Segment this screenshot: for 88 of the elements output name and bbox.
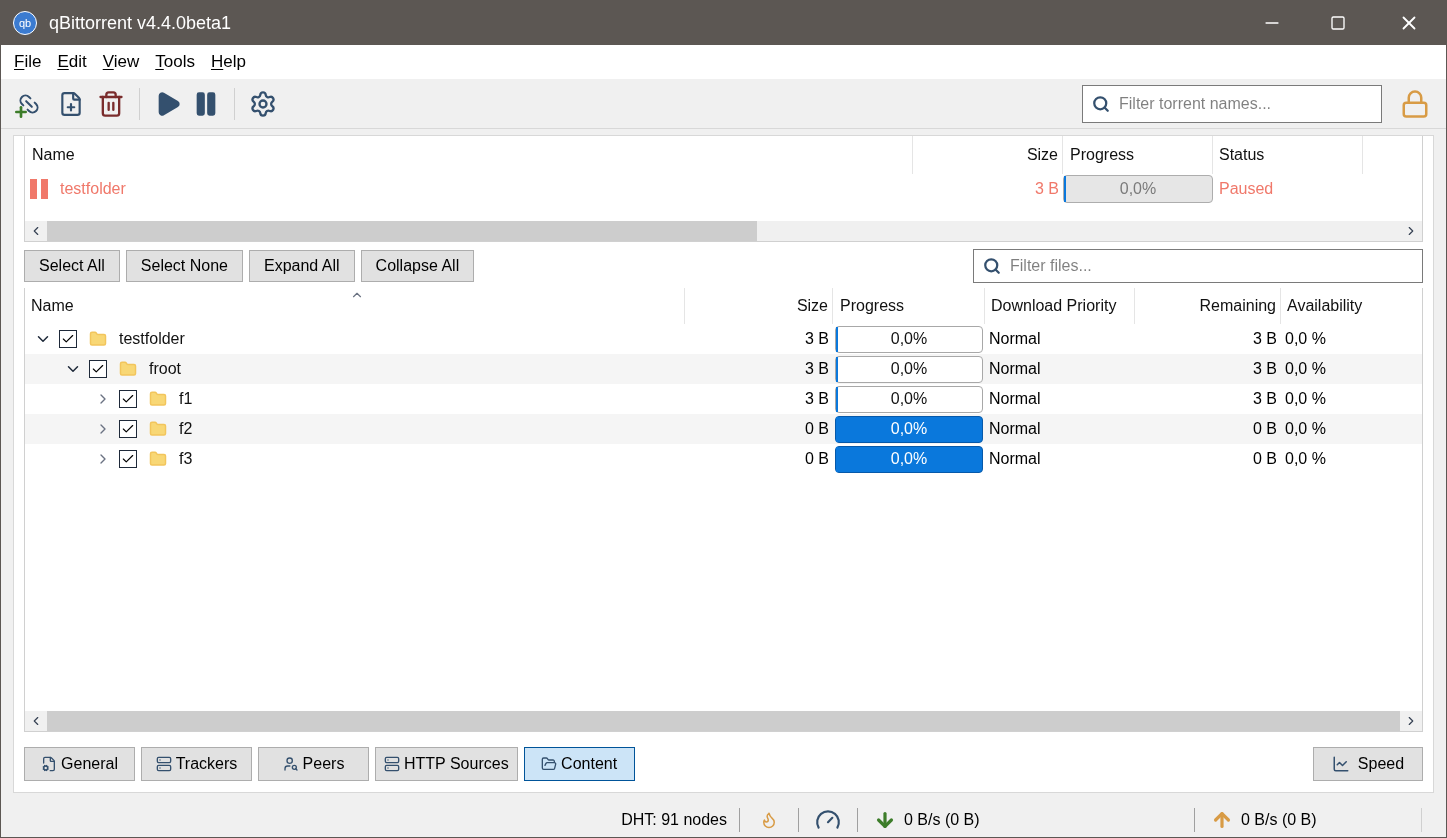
folder-icon xyxy=(149,420,167,438)
check-icon xyxy=(121,422,135,436)
progress-bar: 0,0% xyxy=(1063,175,1213,203)
check-icon xyxy=(91,362,105,376)
dht-status: DHT: 91 nodes xyxy=(620,810,728,830)
file-name: testfolder xyxy=(119,329,185,349)
column-header[interactable]: Size xyxy=(913,136,1063,174)
menu-item[interactable]: Tools xyxy=(147,49,203,75)
priority-cell-text: Normal xyxy=(988,329,1042,349)
progress-bar: 0,0% xyxy=(835,385,983,413)
toolbar-button[interactable]: Collapse All xyxy=(360,250,475,282)
download-speed: 0 B/s (0 B) xyxy=(904,810,981,830)
progress-bar: 0,0% xyxy=(835,325,983,353)
checkbox[interactable] xyxy=(119,390,137,408)
priority-cell-text: Normal xyxy=(988,449,1042,469)
menu-item[interactable]: Edit xyxy=(49,49,95,75)
column-header[interactable]: Name xyxy=(25,136,913,174)
search-icon xyxy=(1092,94,1110,113)
window-title: qBittorrent v4.4.0beta1 xyxy=(49,11,232,35)
speed-button[interactable]: Speed xyxy=(1313,747,1423,781)
checkbox[interactable] xyxy=(119,450,137,468)
priority-cell-text: Normal xyxy=(988,419,1042,439)
column-header[interactable]: Status xyxy=(1213,136,1363,174)
status-cell-text: Paused xyxy=(1218,179,1274,199)
availability-cell-text: 0,0 % xyxy=(1284,389,1326,409)
column-header[interactable]: Availability xyxy=(1281,288,1422,324)
progress-bar: 0,0% xyxy=(835,445,983,473)
menu-item[interactable]: View xyxy=(94,49,148,75)
folder-icon xyxy=(541,756,558,772)
progress-bar: 0,0% xyxy=(835,355,983,383)
person-search-icon xyxy=(282,756,299,772)
folder-icon xyxy=(149,450,167,468)
remaining-cell-text: 3 B xyxy=(1252,389,1278,409)
tab-button[interactable]: Content xyxy=(523,747,635,781)
folder-icon xyxy=(119,360,137,378)
folder-icon xyxy=(89,330,107,348)
remaining-cell-text: 3 B xyxy=(1252,329,1278,349)
checkbox[interactable] xyxy=(59,330,77,348)
check-icon xyxy=(121,392,135,406)
file-name: f3 xyxy=(179,449,193,469)
tab-button[interactable]: Peers xyxy=(258,747,369,781)
download-arrow-icon xyxy=(874,809,896,831)
priority-cell-text: Normal xyxy=(988,359,1042,379)
file-gear-icon xyxy=(41,756,58,772)
menu-item[interactable]: File xyxy=(6,49,50,75)
horizontal-scrollbar[interactable] xyxy=(25,711,1422,731)
chart-icon xyxy=(1331,755,1350,773)
availability-cell-text: 0,0 % xyxy=(1284,359,1326,379)
maximize-icon[interactable] xyxy=(1330,15,1346,31)
remaining-cell-text: 0 B xyxy=(1252,449,1278,469)
size-cell-text: 0 B xyxy=(804,449,830,469)
tab-button[interactable]: HTTP Sources xyxy=(375,747,518,781)
remaining-cell-text: 3 B xyxy=(1252,359,1278,379)
size-cell-text: 0 B xyxy=(804,419,830,439)
column-header[interactable]: Progress xyxy=(1063,136,1213,174)
size-cell-text: 3 B xyxy=(1034,179,1060,199)
priority-cell-text: Normal xyxy=(988,389,1042,409)
torrent-name: testfolder xyxy=(60,179,126,199)
size-cell-text: 3 B xyxy=(804,359,830,379)
toolbar-button[interactable]: Select All xyxy=(24,250,120,282)
check-icon xyxy=(121,452,135,466)
file-name: f1 xyxy=(179,389,193,409)
menu-item[interactable]: Help xyxy=(202,49,254,75)
delete-icon[interactable] xyxy=(97,89,125,118)
file-filter-field[interactable]: Filter files... xyxy=(973,249,1423,283)
size-cell-text: 3 B xyxy=(804,389,830,409)
size-cell-text: 3 B xyxy=(804,329,830,349)
folder-icon xyxy=(149,390,167,408)
toolbar-button[interactable]: Select None xyxy=(125,250,243,282)
search-icon xyxy=(983,257,1001,275)
availability-cell-text: 0,0 % xyxy=(1284,449,1326,469)
settings-icon[interactable] xyxy=(249,89,277,118)
upload-speed: 0 B/s (0 B) xyxy=(1241,810,1318,830)
checkbox[interactable] xyxy=(89,360,107,378)
tab-button[interactable]: General xyxy=(24,747,135,781)
progress-bar: 0,0% xyxy=(835,415,983,443)
availability-cell-text: 0,0 % xyxy=(1284,329,1326,349)
file-name: f2 xyxy=(179,419,193,439)
availability-cell-text: 0,0 % xyxy=(1284,419,1326,439)
file-name: froot xyxy=(149,359,181,379)
checkbox[interactable] xyxy=(119,420,137,438)
torrent-filter-field[interactable]: Filter torrent names... xyxy=(1082,84,1382,123)
tab-button[interactable]: Trackers xyxy=(141,747,252,781)
app-logo-icon: qb xyxy=(13,11,37,35)
toolbar-button[interactable]: Expand All xyxy=(249,250,355,282)
horizontal-scrollbar[interactable] xyxy=(25,221,1422,241)
check-icon xyxy=(61,332,75,346)
remaining-cell-text: 0 B xyxy=(1252,419,1278,439)
